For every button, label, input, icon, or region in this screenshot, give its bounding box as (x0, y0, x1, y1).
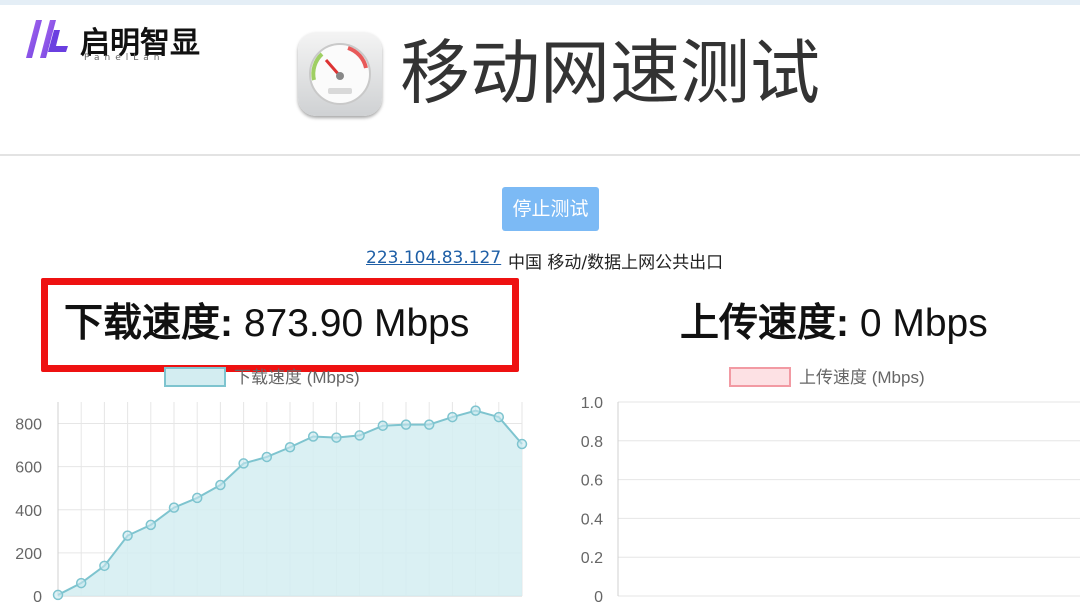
download-point (377, 420, 389, 431)
highlight-box (41, 278, 519, 372)
download-point (470, 405, 481, 416)
speed-charts: 下载速度 (Mbps) 0 200 400 600 800 上传速度 (Mbps) 0 0.2 0… (15, 367, 1080, 606)
download-point (145, 519, 157, 531)
download-point (168, 502, 180, 513)
brand-mark-icon (26, 20, 68, 58)
upload-legend-swatch (729, 367, 791, 387)
upload-ytick-label: 0 (594, 589, 603, 606)
upload-ytick-label: 1.0 (581, 395, 603, 412)
download-ytick-label: 200 (15, 546, 42, 563)
download-ytick-label: 600 (15, 460, 42, 477)
stop-test-button[interactable]: 停止测试 (502, 187, 599, 231)
upload-ytick-label: 0.8 (581, 434, 603, 451)
download-point (307, 431, 319, 442)
upload-ytick-label: 0.4 (581, 511, 603, 528)
download-point (215, 479, 226, 491)
download-ytick-label: 800 (15, 417, 42, 434)
download-ytick-label: 0 (33, 589, 42, 606)
download-point (331, 432, 342, 443)
download-point (493, 411, 505, 423)
ip-address-link[interactable]: 223.104.83.127 (366, 248, 501, 268)
download-legend-swatch (164, 367, 226, 387)
download-point (516, 438, 528, 450)
download-point (261, 451, 273, 463)
header-divider (0, 154, 1080, 156)
download-point (284, 442, 296, 453)
download-point (447, 411, 458, 423)
download-point (99, 560, 110, 572)
upload-ytick-label: 0.6 (581, 473, 603, 490)
download-ytick-label: 400 (15, 503, 42, 520)
download-point (191, 492, 203, 504)
isp-description: 中国 移动/数据上网公共出口 (508, 253, 724, 273)
download-point (122, 530, 133, 541)
brand-name-en: PanelLan (84, 53, 165, 63)
top-border (0, 0, 1080, 5)
download-point (354, 430, 365, 441)
network-info: 223.104.83.127 中国 移动/数据上网公共出口 (0, 248, 1080, 273)
download-legend-label: 下载速度 (Mbps) (234, 368, 360, 387)
upload-speed-label: 上传速度: (680, 302, 849, 345)
upload-speed-readout: 上传速度: 0 Mbps (680, 292, 988, 348)
download-point (423, 419, 435, 430)
page-title: 移动网速测试 (400, 32, 820, 114)
upload-legend-label: 上传速度 (Mbps) (799, 368, 925, 387)
upload-speed-value: 0 Mbps (859, 302, 988, 345)
download-point (400, 419, 412, 430)
download-point (238, 458, 249, 469)
upload-ytick-label: 0.2 (581, 550, 603, 567)
download-point (52, 589, 64, 601)
download-point (75, 577, 87, 589)
speedometer-icon (298, 32, 382, 116)
